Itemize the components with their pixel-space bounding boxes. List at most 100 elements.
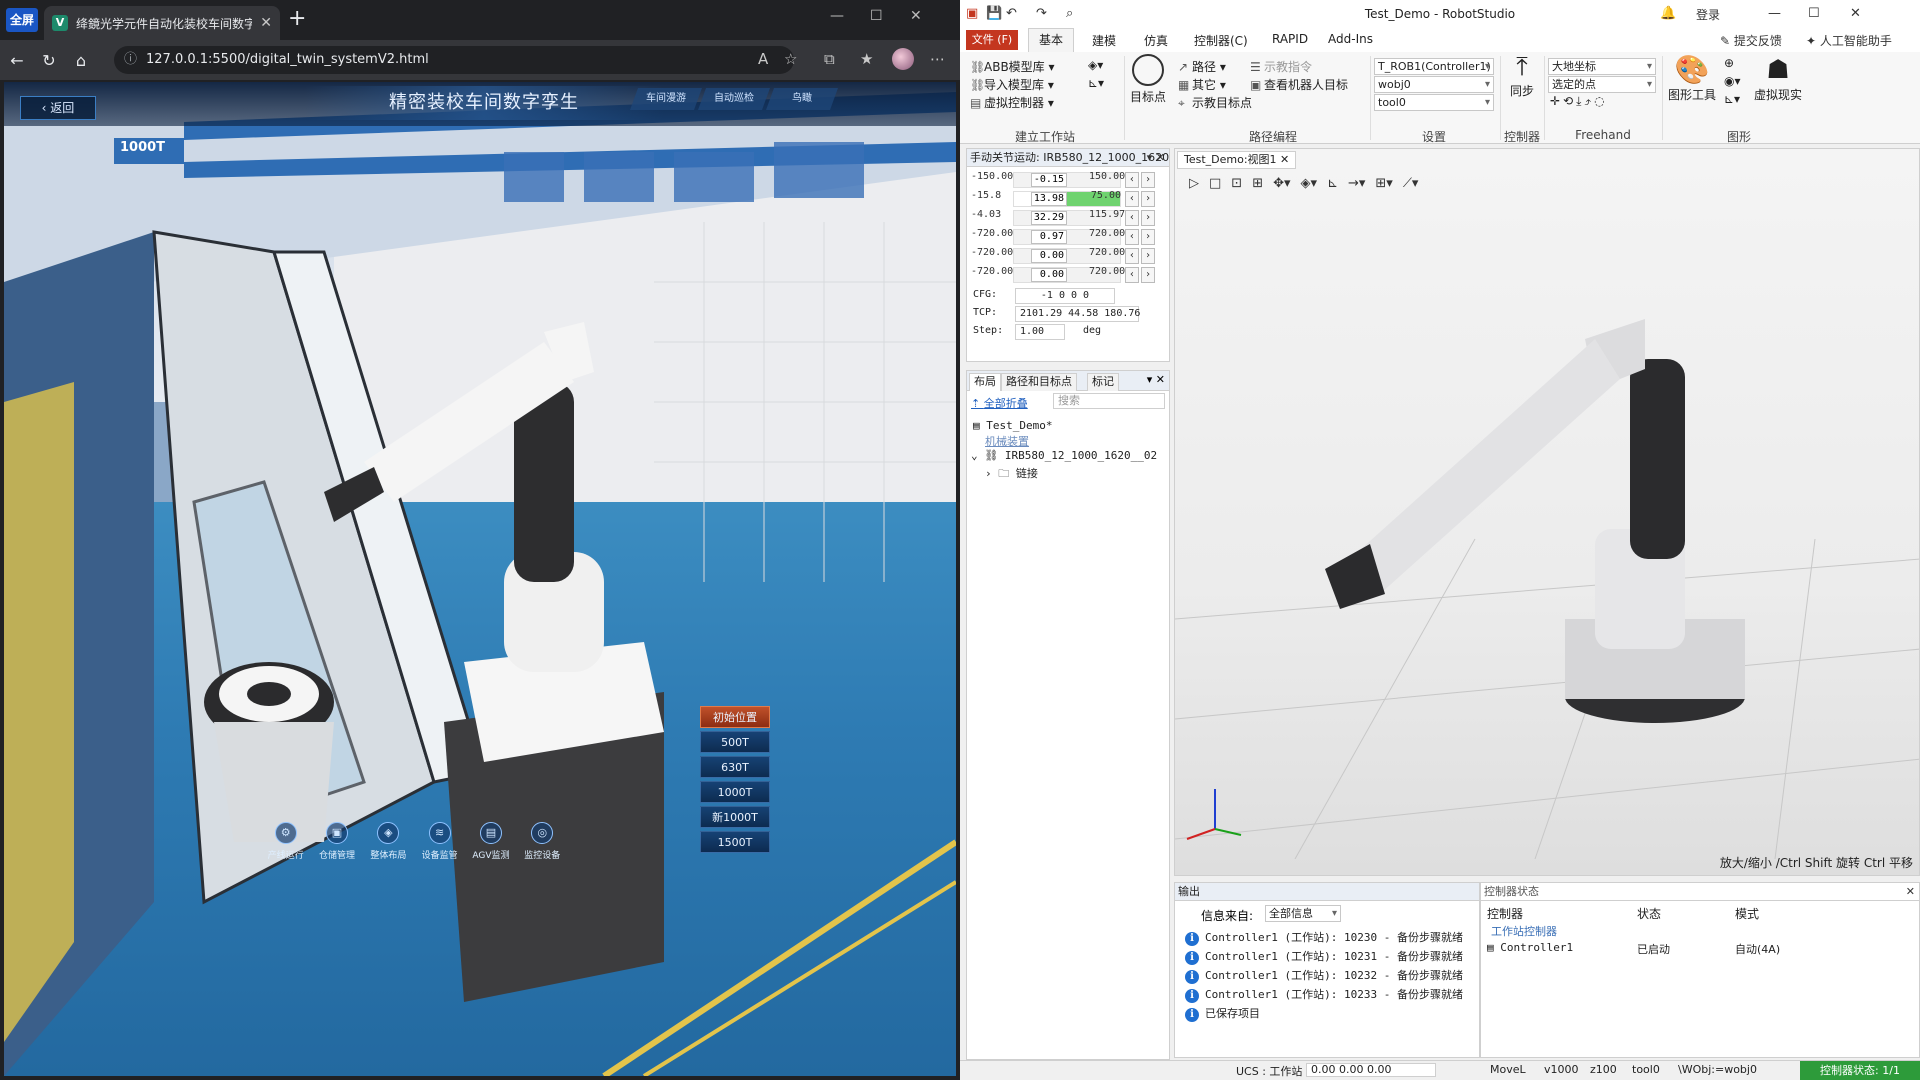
preset-630t-button[interactable]: 630T	[700, 756, 770, 778]
home-icon[interactable]: ⌂	[72, 51, 90, 70]
joint-decrease-button[interactable]: ‹	[1125, 248, 1139, 264]
close-tab-icon[interactable]: ✕	[260, 15, 272, 31]
axes-icon[interactable]: ⊾▾	[1724, 92, 1740, 106]
view-all-icon[interactable]: ⊞	[1252, 176, 1263, 191]
reload-icon[interactable]: ↻	[40, 51, 58, 70]
preset-500t-button[interactable]: 500T	[700, 731, 770, 753]
geometry-icon[interactable]: ◈▾	[1088, 58, 1103, 72]
joint-decrease-button[interactable]: ‹	[1125, 229, 1139, 245]
undo-icon[interactable]: ↶	[1006, 6, 1017, 21]
abb-library-button[interactable]: ⛓ABB模型库 ▾	[970, 58, 1055, 75]
back-button[interactable]: ‹ 返回	[20, 96, 96, 120]
app-logo[interactable]: 全屏	[6, 8, 38, 32]
path-button[interactable]: ↗ 路径 ▾	[1178, 58, 1226, 75]
source-select[interactable]: 全部信息	[1265, 905, 1341, 922]
controller-row[interactable]: ▤ Controller1	[1487, 941, 1573, 954]
joint-increase-button[interactable]: ›	[1141, 229, 1155, 245]
preset-1000t-button[interactable]: 1000T	[700, 781, 770, 803]
redo-icon[interactable]: ↷	[1036, 6, 1047, 21]
tab-simulation[interactable]: 仿真	[1144, 32, 1168, 49]
sync-button[interactable]: ⤒ 同步	[1504, 52, 1540, 99]
dock-layout[interactable]: ◈ 整体布局	[367, 822, 410, 861]
tab-auto-inspect[interactable]: 自动巡检	[697, 88, 771, 110]
joint-decrease-button[interactable]: ‹	[1125, 172, 1139, 188]
teach-target-button[interactable]: ⌖ 示教目标点	[1178, 94, 1252, 111]
collapse-all-link[interactable]: ⇡ 全部折叠	[971, 395, 1028, 411]
play-icon[interactable]: ▷	[1189, 176, 1199, 191]
tab-addins[interactable]: Add-Ins	[1328, 32, 1373, 46]
search-icon[interactable]: ⌕	[1066, 6, 1073, 21]
joint-row[interactable]: -15.8 13.98 75.00 ‹ ›	[971, 190, 1167, 208]
joint-increase-button[interactable]: ›	[1141, 172, 1155, 188]
close-window-icon[interactable]: ✕	[1850, 6, 1861, 21]
tab-controller[interactable]: 控制器(C)	[1194, 32, 1248, 49]
login-link[interactable]: 登录	[1696, 6, 1720, 23]
favorites-icon[interactable]: ★	[860, 50, 873, 68]
digital-twin-viewport[interactable]: 1000T 精密装校车间数字孪生 车间漫游 自动巡检 鸟瞰 ‹ 返回 初始位置 …	[4, 82, 956, 1076]
url-field[interactable]: ⓘ 127.0.0.1:5500/digital_twin_systemV2.h…	[114, 46, 794, 74]
snap-select[interactable]: 选定的点	[1548, 76, 1656, 93]
speed-select[interactable]: v1000	[1544, 1063, 1579, 1076]
joint-row[interactable]: -720.00 0.00 720.00 ‹ ›	[971, 266, 1167, 284]
site-info-icon[interactable]: ⓘ	[124, 46, 137, 74]
joint-decrease-button[interactable]: ‹	[1125, 210, 1139, 226]
move-type[interactable]: MoveL	[1490, 1063, 1526, 1076]
wobj-select[interactable]: wobj0	[1374, 76, 1494, 93]
profile-avatar[interactable]	[892, 48, 914, 70]
step-input[interactable]: 1.00	[1015, 324, 1065, 340]
preset-new1000t-button[interactable]: 新1000T	[700, 806, 770, 828]
target-button[interactable]: 目标点	[1128, 54, 1168, 105]
output-line[interactable]: i Controller1 (工作站): 10231 - 备份步骤就绪	[1185, 948, 1463, 965]
joint-decrease-button[interactable]: ‹	[1125, 267, 1139, 283]
view-robot-target-button[interactable]: ▣ 查看机器人目标	[1250, 76, 1348, 93]
output-line[interactable]: i 已保存项目	[1185, 1005, 1260, 1022]
back-arrow-icon[interactable]: ←	[8, 51, 26, 70]
tree-robot[interactable]: ⌄ ⛓ IRB580_12_1000_1620__02	[971, 449, 1157, 462]
dock-monitor[interactable]: ◎ 监控设备	[521, 822, 564, 861]
joint-row[interactable]: -4.03 32.29 115.97 ‹ ›	[971, 209, 1167, 227]
move-icon[interactable]: ✥▾	[1273, 176, 1290, 191]
tab-workshop-tour[interactable]: 车间漫游	[629, 88, 703, 110]
zone-select[interactable]: z100	[1590, 1063, 1617, 1076]
preset-1500t-button[interactable]: 1500T	[700, 831, 770, 853]
joint-increase-button[interactable]: ›	[1141, 267, 1155, 283]
import-library-button[interactable]: ⛓导入模型库 ▾	[970, 76, 1054, 93]
favorite-star-icon[interactable]: ☆	[784, 50, 797, 68]
tab-basic[interactable]: 基本	[1028, 28, 1075, 52]
tab-modeling[interactable]: 建模	[1092, 32, 1116, 49]
controller-status-badge[interactable]: 控制器状态: 1/1	[1800, 1061, 1920, 1080]
dock-production[interactable]: ⚙ 产线运行	[264, 822, 307, 861]
wobj-status[interactable]: \WObj:=wobj0	[1678, 1063, 1757, 1076]
tool-select[interactable]: tool0	[1374, 94, 1494, 111]
output-line[interactable]: i Controller1 (工作站): 10233 - 备份步骤就绪	[1185, 986, 1463, 1003]
initial-position-button[interactable]: 初始位置	[700, 706, 770, 728]
stop-icon[interactable]: □	[1209, 176, 1221, 191]
browser-tab-active[interactable]: V 绛鏡光学元件自动化装校车间数字 ✕	[44, 6, 280, 40]
vr-button[interactable]: ☗ 虚拟现实	[1750, 54, 1806, 103]
tree-root[interactable]: ▤ Test_Demo*	[973, 419, 1052, 432]
feedback-button[interactable]: ✎ 提交反馈	[1720, 32, 1782, 49]
maximize-icon[interactable]: ☐	[870, 8, 883, 24]
add-view-icon[interactable]: ⊕	[1724, 56, 1734, 70]
freehand-tools[interactable]: ✛⟲⤓⤴◌	[1550, 94, 1608, 109]
view-tab[interactable]: Test_Demo:视图1 ✕	[1177, 151, 1297, 169]
ai-assistant-button[interactable]: ✦ 人工智能助手	[1806, 32, 1892, 49]
tree-links[interactable]: › 🗀 链接	[985, 465, 1038, 484]
output-line[interactable]: i Controller1 (工作站): 10232 - 备份步骤就绪	[1185, 967, 1463, 984]
snap-icon[interactable]: ⊾	[1327, 176, 1338, 191]
station-3d-view[interactable]: Test_Demo:视图1 ✕ ▷ □ ⊡ ⊞ ✥▾ ◈▾ ⊾ →▾ ⊞▾ ⟋▾	[1174, 148, 1920, 876]
close-icon[interactable]: ▾ ✕	[1147, 373, 1165, 386]
frame-icon[interactable]: ⊾▾	[1088, 76, 1104, 90]
close-icon[interactable]: ▾ ✕	[1147, 149, 1165, 166]
joint-increase-button[interactable]: ›	[1141, 210, 1155, 226]
dock-devices[interactable]: ≋ 设备监管	[418, 822, 461, 861]
select-icon[interactable]: ◈▾	[1301, 176, 1318, 191]
new-tab-button[interactable]: +	[288, 6, 306, 31]
teach-instruction-button[interactable]: ☰ 示教指令	[1250, 58, 1312, 75]
joint-increase-button[interactable]: ›	[1141, 191, 1155, 207]
file-menu[interactable]: 文件 (F)	[966, 30, 1018, 50]
joint-row[interactable]: -150.00 -0.15 150.00 ‹ ›	[971, 171, 1167, 189]
measure-icon[interactable]: →▾	[1348, 176, 1365, 191]
more-menu-icon[interactable]: ⋯	[930, 50, 945, 68]
output-line[interactable]: i Controller1 (工作站): 10230 - 备份步骤就绪	[1185, 929, 1463, 946]
